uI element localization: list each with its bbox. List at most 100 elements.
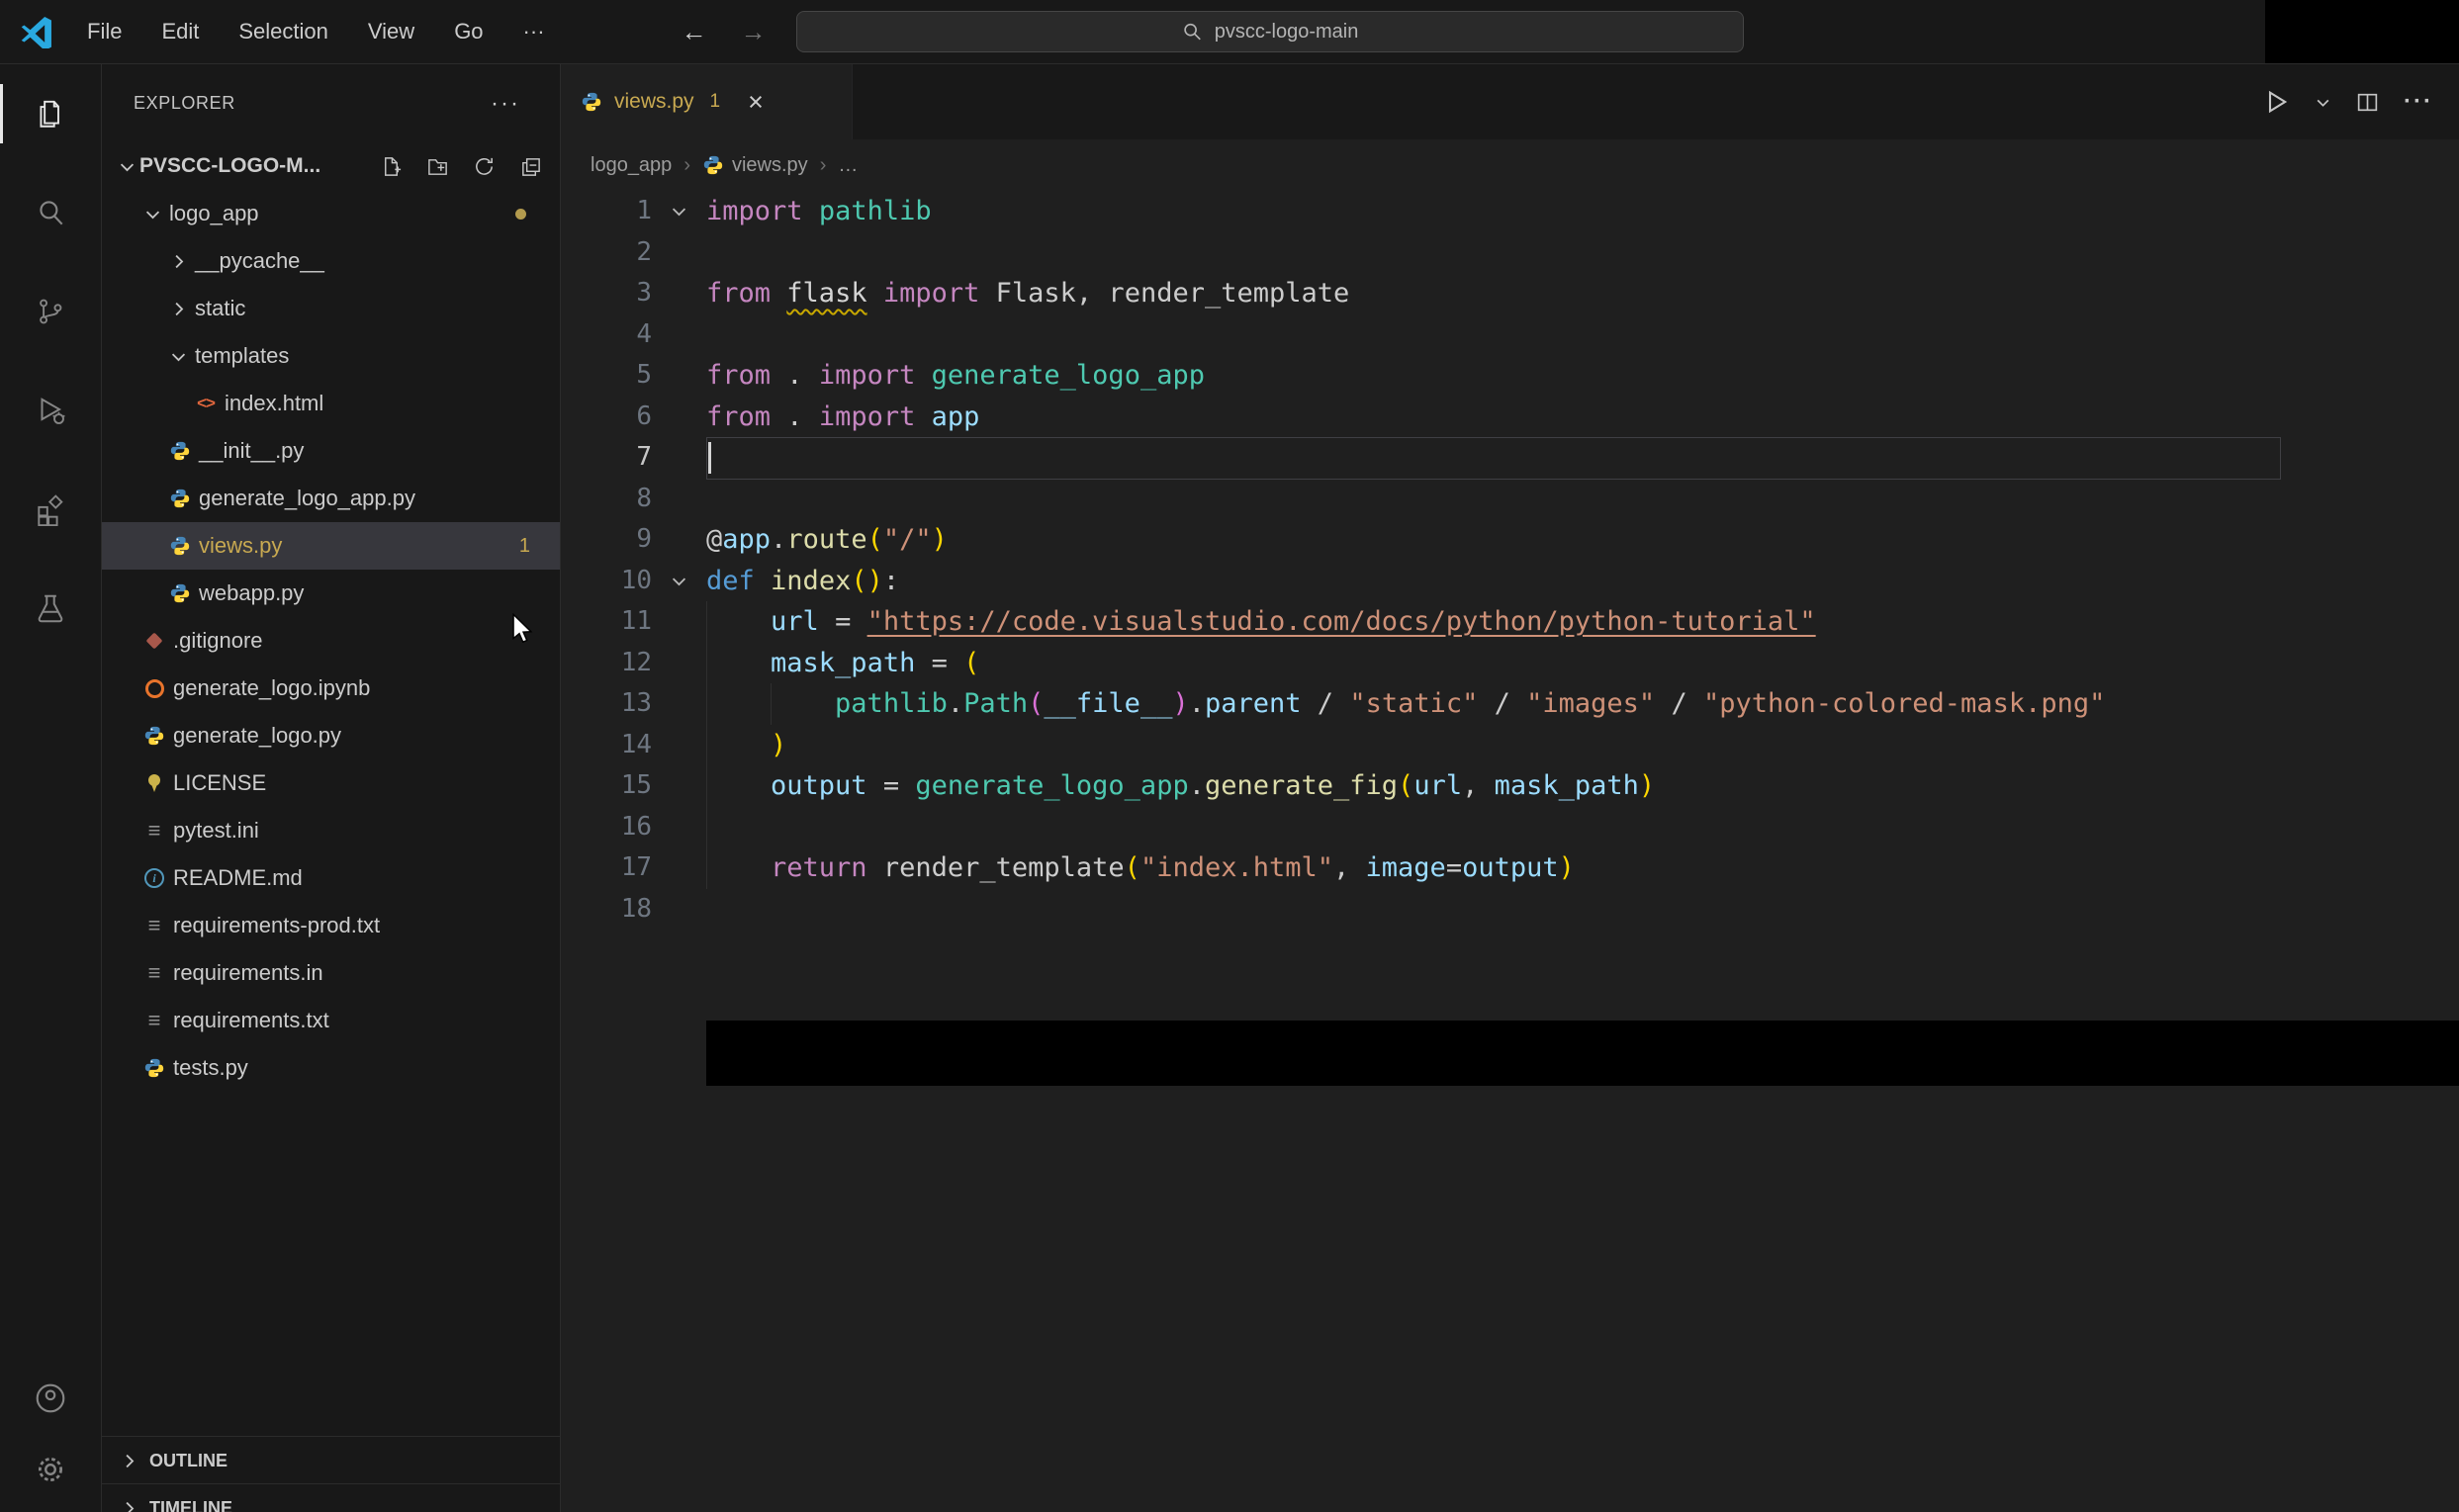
more-button[interactable]: ··· — [2404, 88, 2433, 116]
tree-item-tests-py[interactable]: tests.py — [102, 1044, 560, 1092]
tree-item-pytest-ini[interactable]: ≡ pytest.ini — [102, 807, 560, 854]
menu-selection[interactable]: Selection — [219, 13, 348, 50]
line-number: 2 — [636, 236, 652, 267]
html-icon: <> — [197, 394, 216, 412]
activity-account-icon[interactable] — [0, 1363, 101, 1434]
activity-explorer-icon[interactable] — [0, 64, 101, 163]
activity-settings-icon[interactable] — [0, 1434, 101, 1505]
timeline-label: TIMELINE — [149, 1497, 232, 1512]
outline-section-header[interactable]: OUTLINE — [102, 1436, 560, 1484]
menu-view[interactable]: View — [348, 13, 434, 50]
tree-item-requirements-prod-txt[interactable]: ≡ requirements-prod.txt — [102, 902, 560, 949]
fold-chevron-icon — [652, 519, 706, 561]
tree-item-templates[interactable]: templates — [102, 332, 560, 380]
code-line-14[interactable]: 14 ) — [561, 725, 2459, 766]
timeline-section-header[interactable]: TIMELINE — [102, 1483, 560, 1512]
line-number: 13 — [620, 688, 652, 718]
forward-button[interactable]: → — [741, 17, 767, 47]
new-file-button[interactable] — [380, 155, 403, 178]
activity-run-and-debug-icon[interactable] — [0, 361, 101, 460]
explorer-more-actions-button[interactable]: ··· — [491, 90, 520, 118]
tree-item-logo-app[interactable]: logo_app — [102, 190, 560, 237]
code-line-12[interactable]: 12 mask_path = ( — [561, 643, 2459, 684]
line-number: 12 — [620, 647, 652, 677]
code-line-16[interactable]: 16 — [561, 807, 2459, 848]
fold-chevron-icon — [652, 889, 706, 931]
tree-item-gitignore[interactable]: .gitignore — [102, 617, 560, 665]
tree-item-requirements-txt[interactable]: ≡ requirements.txt — [102, 997, 560, 1044]
code-line-13[interactable]: 13 pathlib.Path(__file__).parent / "stat… — [561, 683, 2459, 725]
code-line-6[interactable]: 6 from . import app — [561, 397, 2459, 438]
tree-item-init-py[interactable]: __init__.py — [102, 427, 560, 475]
tree-item-requirements-in[interactable]: ≡ requirements.in — [102, 949, 560, 997]
menu-bar: File Edit Selection View Go ··· — [67, 13, 565, 50]
tree-item-label: index.html — [225, 391, 324, 415]
breadcrumb-item[interactable]: logo_app — [591, 154, 672, 177]
tree-item-generate-logo-app-py[interactable]: generate_logo_app.py — [102, 475, 560, 522]
code-line-7[interactable]: 7 — [561, 437, 2459, 479]
code-editor[interactable]: 1 import pathlib 2 3 from flask import Flask… — [561, 191, 2459, 1512]
code-line-18[interactable]: 18 — [561, 889, 2459, 931]
line-number: 14 — [620, 729, 652, 759]
tree-item-generate-logo-py[interactable]: generate_logo.py — [102, 712, 560, 759]
refresh-button[interactable] — [473, 155, 496, 178]
run-button[interactable] — [2263, 88, 2291, 116]
tab-bar: views.py 1 × ··· — [561, 64, 2459, 139]
close-tab-button[interactable]: × — [748, 88, 764, 116]
code-line-1[interactable]: 1 import pathlib — [561, 191, 2459, 232]
line-number: 6 — [636, 400, 652, 431]
code-line-2[interactable]: 2 — [561, 232, 2459, 274]
tree-root-pvscc-logo-main[interactable]: PVSCC-LOGO-M... — [102, 142, 560, 190]
code-line-5[interactable]: 5 from . import generate_logo_app — [561, 355, 2459, 397]
activity-testing-icon[interactable] — [0, 559, 101, 658]
collapse-all-button[interactable] — [519, 155, 542, 178]
tree-item-label: requirements.in — [173, 960, 323, 985]
tree-item-label: requirements-prod.txt — [173, 913, 381, 937]
code-line-11[interactable]: 11 url = "https://code.visualstudio.com/… — [561, 601, 2459, 643]
code-lines: 1 import pathlib 2 3 from flask import Flask… — [561, 191, 2459, 930]
outline-label: OUTLINE — [149, 1450, 228, 1470]
title-bar: File Edit Selection View Go ··· ← → pvscc-log… — [0, 0, 2459, 64]
back-button[interactable]: ← — [682, 17, 707, 47]
fold-chevron-icon[interactable] — [652, 561, 706, 602]
menu-edit[interactable]: Edit — [141, 13, 219, 50]
menu-overflow-button[interactable]: ··· — [503, 13, 565, 50]
code-line-10[interactable]: 10 def index(): — [561, 561, 2459, 602]
tree-item-license[interactable]: LICENSE — [102, 759, 560, 807]
tree-item-static[interactable]: static — [102, 285, 560, 332]
code-line-8[interactable]: 8 — [561, 479, 2459, 520]
tree-item-label: generate_logo.ipynb — [173, 675, 371, 700]
code-line-15[interactable]: 15 output = generate_logo_app.generate_f… — [561, 765, 2459, 807]
tree-item-pycache[interactable]: __pycache__ — [102, 237, 560, 285]
tree-item-index-html[interactable]: <> index.html — [102, 380, 560, 427]
code-line-3[interactable]: 3 from flask import Flask, render_templat… — [561, 273, 2459, 314]
breadcrumbs: logo_app › views.py ›… — [561, 139, 2459, 191]
fold-chevron-icon[interactable] — [652, 191, 706, 232]
activity-search-icon[interactable] — [0, 163, 101, 262]
notebook-icon — [139, 678, 169, 698]
menu-go[interactable]: Go — [434, 13, 502, 50]
chevron-right-icon — [116, 1452, 141, 1470]
activity-bar — [0, 64, 102, 1512]
activity-source-control-icon[interactable] — [0, 262, 101, 361]
history-navigation: ← → — [682, 17, 767, 47]
tree-item-views-py[interactable]: views.py 1 — [102, 522, 560, 570]
code-line-4[interactable]: 4 — [561, 314, 2459, 356]
breadcrumb-item[interactable]: … — [838, 154, 858, 177]
tree-item-webapp-py[interactable]: webapp.py — [102, 570, 560, 617]
tree-item-readme-md[interactable]: i README.md — [102, 854, 560, 902]
command-center-search[interactable]: pvscc-logo-main — [795, 11, 1744, 52]
split-editor-button[interactable] — [2355, 90, 2380, 115]
run-dropdown-button[interactable] — [2315, 94, 2331, 111]
code-line-17[interactable]: 17 return render_template("index.html", … — [561, 847, 2459, 889]
tab-views-py[interactable]: views.py 1 × — [561, 64, 853, 139]
tree-item-generate-logo-ipynb[interactable]: generate_logo.ipynb — [102, 665, 560, 712]
python-icon — [139, 1057, 169, 1079]
new-folder-button[interactable] — [426, 155, 449, 178]
fold-chevron-icon — [652, 847, 706, 889]
breadcrumb-item[interactable]: views.py — [702, 154, 808, 177]
menu-file[interactable]: File — [67, 13, 141, 50]
file-tree: logo_app __pycache__ static templates <> inde… — [102, 190, 560, 1092]
activity-extensions-icon[interactable] — [0, 460, 101, 559]
code-line-9[interactable]: 9 @app.route("/") — [561, 519, 2459, 561]
